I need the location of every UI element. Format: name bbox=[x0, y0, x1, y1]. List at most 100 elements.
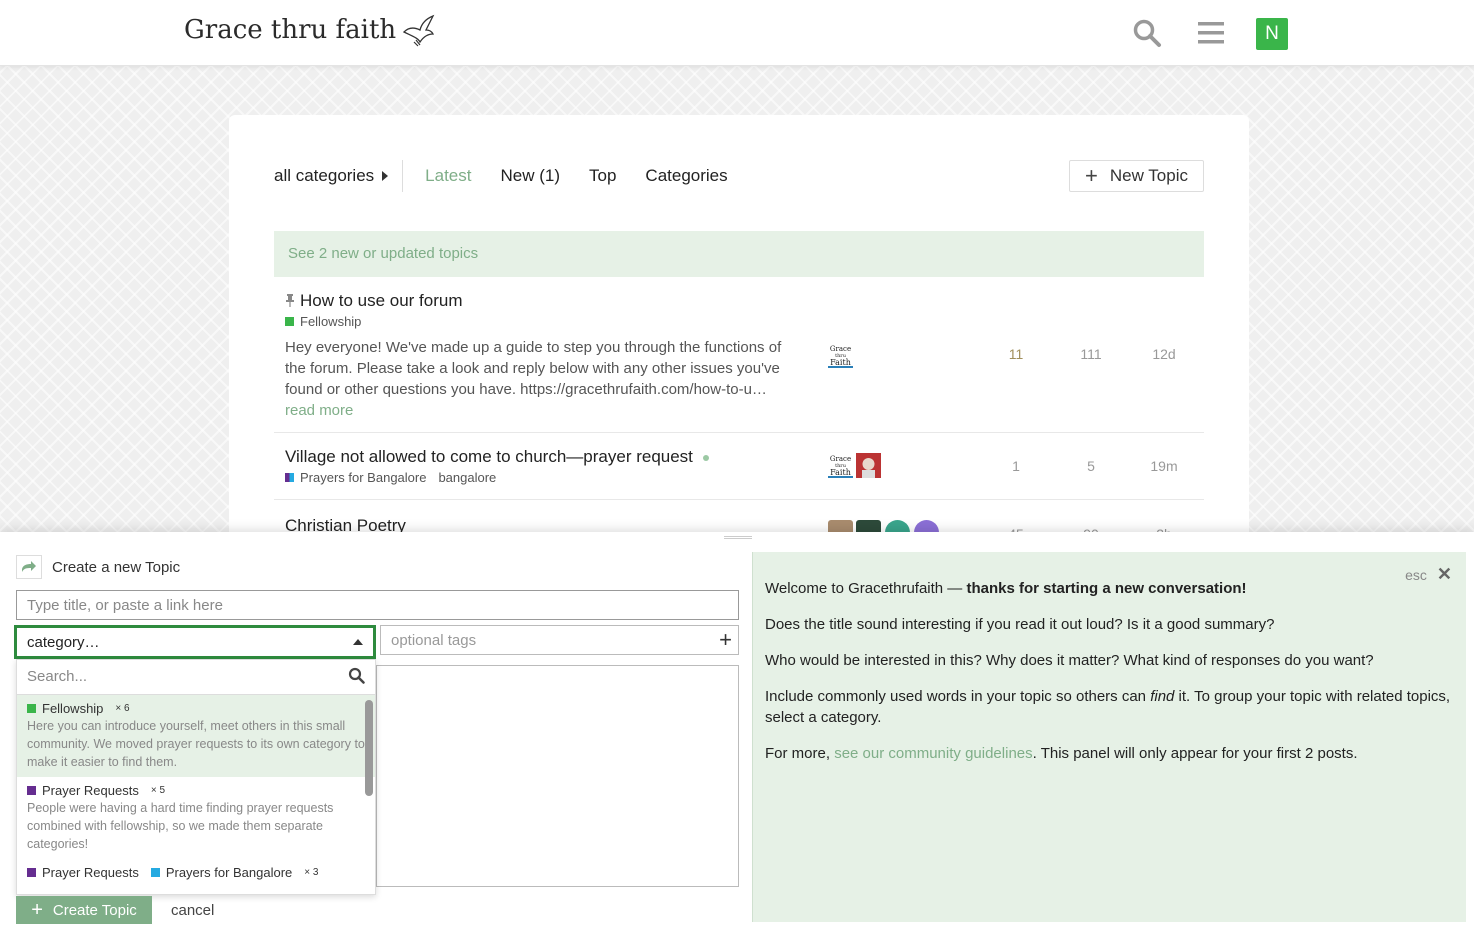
category-option-name: Prayer Requests bbox=[42, 783, 139, 798]
nav-latest[interactable]: Latest bbox=[425, 166, 471, 186]
help-emphasis: find bbox=[1150, 688, 1175, 705]
category-option-name: Prayer Requests bbox=[42, 865, 139, 880]
category-topic-count: × 3 bbox=[304, 867, 319, 878]
poster-avatar[interactable]: Grace thru Faith bbox=[828, 453, 853, 478]
reply-count: 11 bbox=[1008, 346, 1024, 362]
category-topic-count: × 6 bbox=[115, 703, 130, 714]
category-option-fellowship[interactable]: Fellowship × 6 Here you can introduce yo… bbox=[17, 695, 375, 777]
dropdown-scrollbar[interactable] bbox=[365, 700, 373, 796]
add-tag-plus-icon[interactable]: + bbox=[719, 628, 732, 652]
create-topic-button[interactable]: + Create Topic bbox=[16, 896, 152, 924]
new-topics-notice[interactable]: See 2 new or updated topics bbox=[274, 231, 1204, 277]
caret-up-icon bbox=[353, 639, 363, 645]
site-header: Grace thru faith N bbox=[0, 0, 1474, 66]
nav-new[interactable]: New (1) bbox=[500, 166, 560, 186]
tags-input[interactable]: optional tags + bbox=[380, 625, 739, 655]
unread-dot bbox=[702, 454, 709, 461]
composer-help-panel: esc ✕ Welcome to Gracethrufaith — thanks… bbox=[752, 552, 1466, 922]
topic-list-card: all categories Latest New (1) Top Catego… bbox=[229, 115, 1249, 545]
nav-top[interactable]: Top bbox=[589, 166, 616, 186]
search-icon bbox=[348, 667, 365, 684]
help-paragraph: Welcome to Gracethrufaith — thanks for s… bbox=[765, 578, 1454, 599]
site-logo[interactable]: Grace thru faith bbox=[184, 12, 436, 48]
reply-action-icon[interactable] bbox=[16, 555, 42, 579]
svg-text:Faith: Faith bbox=[830, 468, 851, 477]
new-topic-label: New Topic bbox=[1109, 166, 1188, 185]
topic-tag[interactable]: bangalore bbox=[438, 470, 496, 485]
category-color-swatch bbox=[27, 868, 36, 877]
topic-title[interactable]: How to use our forum bbox=[300, 291, 463, 311]
topic-row[interactable]: Village not allowed to come to church—pr… bbox=[274, 433, 1204, 500]
subcategory-option-name: Prayers for Bangalore bbox=[165, 865, 293, 880]
plus-icon: + bbox=[1085, 163, 1098, 188]
subcategory-color-swatch bbox=[150, 868, 160, 877]
hamburger-menu-icon[interactable] bbox=[1196, 18, 1226, 48]
pin-icon bbox=[285, 294, 295, 310]
help-paragraph: Include commonly used words in your topi… bbox=[765, 686, 1454, 728]
create-topic-label: Create Topic bbox=[52, 901, 137, 919]
logo-text: Grace thru faith bbox=[184, 15, 397, 45]
help-bold-text: thanks for starting a new conversation! bbox=[966, 580, 1247, 597]
navigation-bar: all categories Latest New (1) Top Catego… bbox=[274, 160, 1204, 192]
topic-category[interactable]: Fellowship bbox=[285, 314, 361, 329]
category-topic-count: × 5 bbox=[150, 785, 166, 796]
composer-resize-grip[interactable] bbox=[724, 536, 752, 539]
esc-label: esc bbox=[1405, 566, 1427, 583]
nav-categories[interactable]: Categories bbox=[645, 166, 727, 186]
view-count: 111 bbox=[1080, 346, 1102, 362]
topic-title[interactable]: Village not allowed to come to church—pr… bbox=[285, 447, 709, 467]
reply-count: 1 bbox=[1012, 458, 1020, 474]
svg-text:Faith: Faith bbox=[830, 358, 851, 367]
category-color-swatch bbox=[27, 704, 36, 713]
help-close-button[interactable]: esc ✕ bbox=[1405, 564, 1452, 585]
category-dropdown-label: all categories bbox=[274, 166, 375, 185]
category-description: People were having a hard time finding p… bbox=[27, 801, 334, 851]
help-paragraph: Who would be interested in this? Why doe… bbox=[765, 652, 1374, 669]
caret-right-icon bbox=[382, 171, 389, 181]
excerpt-text: Hey everyone! We've made up a guide to s… bbox=[285, 339, 782, 398]
new-topic-button[interactable]: + New Topic bbox=[1069, 160, 1204, 192]
category-color-swatch bbox=[27, 786, 36, 795]
category-name: Fellowship bbox=[300, 314, 362, 329]
cancel-link[interactable]: cancel bbox=[171, 902, 214, 919]
close-icon: ✕ bbox=[1436, 564, 1452, 584]
category-search-input[interactable]: Search... bbox=[17, 660, 375, 695]
svg-text:Grace: Grace bbox=[830, 455, 851, 463]
read-more-link[interactable]: read more bbox=[285, 402, 353, 419]
view-count: 5 bbox=[1087, 458, 1095, 474]
help-text: Welcome to Gracethrufaith — bbox=[765, 580, 967, 597]
category-select-value: category… bbox=[27, 633, 100, 651]
user-avatar[interactable]: N bbox=[1256, 18, 1288, 50]
help-paragraph: Does the title sound interesting if you … bbox=[765, 616, 1275, 633]
category-option-prayer-requests[interactable]: Prayer Requests × 5 People were having a… bbox=[17, 777, 375, 859]
category-search-placeholder: Search... bbox=[27, 668, 88, 685]
topic-composer: Create a new Topic category… optional ta… bbox=[0, 532, 1474, 925]
topic-title-text: Village not allowed to come to church—pr… bbox=[285, 447, 693, 466]
search-icon[interactable] bbox=[1132, 18, 1162, 48]
activity-time[interactable]: 19m bbox=[1139, 458, 1189, 474]
topic-excerpt: Hey everyone! We've made up a guide to s… bbox=[285, 337, 790, 421]
category-option-prayers-for-bangalore[interactable]: Prayer Requests Prayers for Bangalore × … bbox=[17, 859, 375, 886]
composer-heading: Create a new Topic bbox=[52, 558, 181, 576]
category-color-swatch bbox=[285, 317, 294, 326]
plus-icon: + bbox=[31, 899, 43, 921]
post-editor[interactable] bbox=[376, 665, 739, 887]
topic-category[interactable]: Prayers for Bangalore bangalore bbox=[285, 470, 496, 485]
topic-title-input[interactable] bbox=[16, 590, 739, 620]
category-option-name: Fellowship bbox=[42, 701, 104, 716]
tags-placeholder: optional tags bbox=[391, 632, 477, 649]
category-description: Here you can introduce yourself, meet ot… bbox=[27, 719, 365, 769]
topic-row[interactable]: How to use our forum Fellowship Hey ever… bbox=[274, 277, 1204, 433]
poster-avatar[interactable] bbox=[856, 453, 881, 478]
composer-header: Create a new Topic bbox=[16, 555, 180, 579]
help-text: Include commonly used words in your topi… bbox=[765, 688, 1151, 705]
category-breadcrumb-dropdown[interactable]: all categories bbox=[274, 160, 404, 192]
help-text: For more, bbox=[765, 745, 835, 762]
category-color-swatch bbox=[285, 473, 294, 482]
category-dropdown-menu: Search... Fellowship × 6 Here you can in… bbox=[16, 659, 376, 895]
category-select[interactable]: category… bbox=[14, 625, 376, 659]
activity-time[interactable]: 12d bbox=[1139, 346, 1189, 362]
community-guidelines-link[interactable]: see our community guidelines bbox=[834, 745, 1032, 762]
help-paragraph: For more, see our community guidelines. … bbox=[765, 743, 1454, 764]
poster-avatar[interactable]: Grace thru Faith bbox=[828, 343, 853, 368]
